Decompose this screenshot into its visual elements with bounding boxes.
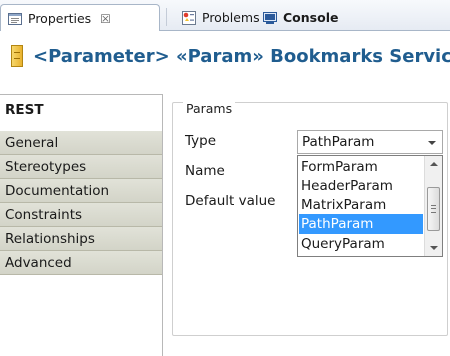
page-title: <Parameter> «Param» Bookmarks Servic bbox=[33, 45, 450, 67]
tab-console-label: Console bbox=[283, 10, 339, 25]
parameter-icon bbox=[11, 45, 23, 67]
tab-problems-label: Problems bbox=[202, 10, 260, 25]
sidebar-item-constraints[interactable]: Constraints bbox=[0, 203, 162, 227]
view-tab-bar: Properties ☒ Problems Console bbox=[0, 0, 450, 32]
sidebar-item-label: General bbox=[5, 134, 59, 151]
sidebar-item-label: Relationships bbox=[5, 230, 95, 247]
dropdown-scrollbar[interactable] bbox=[424, 156, 442, 256]
scroll-up-icon[interactable] bbox=[425, 156, 442, 173]
sidebar-item-label: Stereotypes bbox=[5, 158, 87, 175]
sidebar-item-stereotypes[interactable]: Stereotypes bbox=[0, 155, 162, 179]
properties-sidebar: REST General Stereotypes Documentation C… bbox=[0, 94, 163, 356]
tab-properties[interactable]: Properties ☒ bbox=[0, 4, 160, 32]
option-label: FormParam bbox=[301, 159, 378, 175]
option-formparam[interactable]: FormParam bbox=[299, 157, 423, 177]
properties-icon bbox=[7, 11, 23, 27]
sidebar-item-rest[interactable]: REST bbox=[0, 95, 162, 125]
sidebar-item-label: Advanced bbox=[5, 254, 72, 271]
console-icon bbox=[262, 10, 278, 26]
sidebar-item-advanced[interactable]: Advanced bbox=[0, 251, 162, 275]
name-label: Name bbox=[185, 163, 225, 179]
sidebar-item-label: REST bbox=[5, 102, 44, 118]
scrollbar-thumb[interactable] bbox=[427, 187, 440, 231]
sidebar-item-label: Constraints bbox=[5, 206, 83, 223]
default-value-label: Default value bbox=[185, 193, 276, 209]
sidebar-item-label: Documentation bbox=[5, 182, 110, 199]
option-matrixparam[interactable]: MatrixParam bbox=[299, 195, 423, 215]
type-select[interactable]: PathParam bbox=[297, 130, 443, 154]
option-label: QueryParam bbox=[301, 236, 385, 252]
tab-problems[interactable]: Problems bbox=[175, 4, 266, 31]
tab-properties-label: Properties bbox=[28, 11, 92, 26]
problems-icon bbox=[181, 10, 197, 26]
sidebar-item-documentation[interactable]: Documentation bbox=[0, 179, 162, 203]
type-select-value: PathParam bbox=[302, 134, 375, 150]
params-group-label: Params bbox=[183, 102, 236, 116]
close-icon[interactable]: ☒ bbox=[100, 12, 111, 26]
sidebar-item-relationships[interactable]: Relationships bbox=[0, 227, 162, 251]
type-dropdown-list[interactable]: FormParam HeaderParam MatrixParam PathPa… bbox=[297, 155, 443, 257]
option-pathparam[interactable]: PathParam bbox=[299, 214, 423, 234]
option-queryparam[interactable]: QueryParam bbox=[299, 234, 423, 254]
option-label: MatrixParam bbox=[301, 197, 387, 213]
sidebar-item-general[interactable]: General bbox=[0, 131, 162, 155]
rest-section: Params Type Name Default value PathParam… bbox=[168, 94, 450, 356]
tab-divider bbox=[166, 8, 167, 26]
properties-title: <Parameter> «Param» Bookmarks Servic bbox=[0, 31, 450, 81]
scroll-down-icon[interactable] bbox=[425, 239, 442, 256]
option-headerparam[interactable]: HeaderParam bbox=[299, 176, 423, 196]
chevron-down-icon[interactable] bbox=[428, 141, 436, 145]
tab-console[interactable]: Console bbox=[256, 4, 344, 31]
option-label: PathParam bbox=[301, 216, 374, 232]
option-label: HeaderParam bbox=[301, 178, 393, 194]
params-group: Params Type Name Default value PathParam… bbox=[172, 102, 448, 336]
type-label: Type bbox=[185, 133, 217, 149]
